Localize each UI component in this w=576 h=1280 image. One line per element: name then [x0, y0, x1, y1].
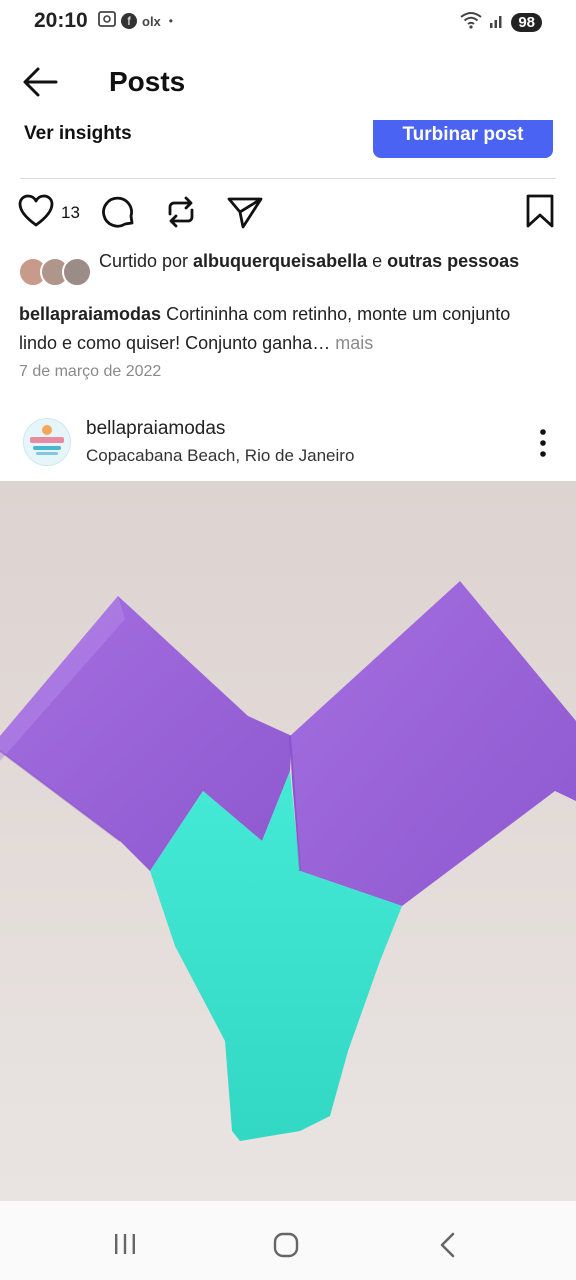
post-actions: 13: [0, 188, 576, 238]
post-location[interactable]: Copacabana Beach, Rio de Janeiro: [86, 446, 354, 466]
page-title: Posts: [109, 66, 186, 97]
liked-by[interactable]: Curtido por albuquerqueisabella e outras…: [18, 246, 558, 296]
system-nav-bar: [0, 1201, 576, 1280]
more-options-button[interactable]: [530, 426, 556, 460]
dot-icon: •: [168, 14, 173, 28]
home-icon[interactable]: [272, 1231, 300, 1264]
repost-icon[interactable]: [163, 194, 199, 235]
back-nav-icon[interactable]: [436, 1231, 460, 1264]
signal-icon: [489, 11, 505, 34]
facebook-icon: f: [121, 13, 137, 29]
bookmark-icon[interactable]: [525, 194, 555, 233]
liked-by-others[interactable]: outras pessoas: [387, 251, 519, 271]
wifi-icon: [459, 11, 483, 34]
liked-by-prefix: Curtido por: [99, 251, 194, 271]
screenshot-icon: [98, 11, 116, 31]
notification-icons: f olx •: [98, 11, 173, 31]
liked-by-connector: e: [367, 251, 388, 271]
battery-indicator: 98: [511, 13, 542, 32]
post-caption: bellapraiamodas Cortininha com retinho, …: [19, 300, 539, 358]
back-button[interactable]: [20, 64, 64, 100]
recent-apps-icon[interactable]: [112, 1231, 138, 1262]
post-date: 7 de março de 2022: [19, 363, 162, 380]
post-image[interactable]: [0, 481, 576, 1201]
caption-username[interactable]: bellapraiamodas: [19, 304, 161, 324]
heart-icon[interactable]: [18, 194, 54, 233]
avatar: [62, 257, 92, 287]
boost-post-button[interactable]: Turbinar post: [373, 120, 553, 158]
system-icons: 98: [459, 11, 542, 34]
liked-by-user[interactable]: albuquerqueisabella: [193, 251, 367, 271]
liker-avatars: [18, 257, 94, 287]
arrow-left-icon: [23, 67, 58, 97]
status-time: 20:10: [34, 9, 88, 32]
comment-icon[interactable]: [101, 194, 137, 235]
header: Posts: [0, 54, 576, 110]
status-bar: 20:10 f olx • 98: [0, 0, 576, 44]
caption-more-link[interactable]: mais: [335, 333, 373, 353]
view-insights-link[interactable]: Ver insights: [24, 123, 132, 145]
post-header: bellapraiamodas Copacabana Beach, Rio de…: [0, 410, 576, 474]
more-vertical-icon: [540, 429, 546, 457]
olx-icon: olx: [142, 13, 161, 29]
divider: [20, 178, 556, 179]
post-username[interactable]: bellapraiamodas: [86, 418, 225, 440]
profile-avatar[interactable]: [23, 418, 71, 466]
liked-by-text: Curtido por albuquerqueisabella e outras…: [99, 248, 549, 274]
share-icon[interactable]: [226, 194, 264, 235]
like-count: 13: [61, 203, 80, 222]
